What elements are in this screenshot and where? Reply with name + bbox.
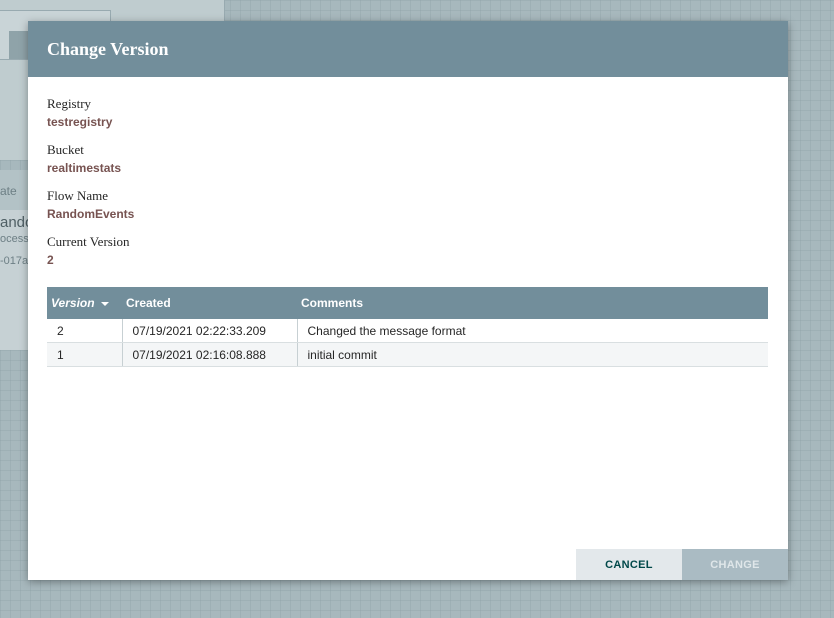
background-processor-name: ando: [0, 214, 28, 231]
column-header-comments[interactable]: Comments: [297, 287, 768, 319]
version-cell: 2: [47, 319, 122, 343]
dialog-header: Change Version: [28, 21, 788, 77]
version-table: Version Created Comments 2 07/19/2021 02…: [47, 287, 768, 367]
current-version-label: Current Version: [47, 234, 130, 249]
version-cell: 1: [47, 342, 122, 367]
table-row[interactable]: 1 07/19/2021 02:16:08.888 initial commit: [47, 342, 768, 367]
bucket-field: Bucket realtimestats: [47, 142, 121, 177]
registry-value: testregistry: [47, 115, 113, 129]
current-version-value: 2: [47, 253, 54, 267]
background-processor-label: ate: [0, 184, 17, 198]
change-button[interactable]: CHANGE: [682, 549, 788, 580]
column-header-version-label: Version: [51, 296, 95, 310]
cancel-button[interactable]: CANCEL: [576, 549, 682, 580]
column-header-created[interactable]: Created: [122, 287, 297, 319]
registry-label: Registry: [47, 96, 92, 111]
column-header-created-label: Created: [126, 296, 171, 310]
comments-cell: initial commit: [296, 342, 768, 367]
comments-cell: Changed the message format: [296, 319, 768, 343]
bucket-label: Bucket: [47, 142, 84, 157]
column-header-version[interactable]: Version: [47, 287, 122, 319]
column-header-comments-label: Comments: [301, 296, 364, 310]
background-processor-id: -017a: [0, 255, 29, 267]
bucket-value: realtimestats: [47, 161, 122, 175]
sort-descending-icon: [100, 301, 109, 306]
dialog-title: Change Version: [47, 39, 169, 59]
current-version-field: Current Version 2: [47, 234, 129, 269]
flow-name-label: Flow Name: [47, 188, 109, 203]
flow-name-field: Flow Name RandomEvents: [47, 188, 134, 223]
change-version-dialog: Change Version Registry testregistry Buc…: [28, 21, 788, 580]
registry-field: Registry testregistry: [47, 96, 112, 131]
table-header-row: Version Created Comments: [47, 287, 768, 319]
created-cell: 07/19/2021 02:16:08.888: [121, 342, 297, 367]
flow-name-value: RandomEvents: [47, 207, 135, 221]
table-row[interactable]: 2 07/19/2021 02:22:33.209 Changed the me…: [47, 319, 768, 343]
background-processor-type: ocess: [0, 233, 28, 245]
created-cell: 07/19/2021 02:22:33.209: [121, 319, 297, 343]
